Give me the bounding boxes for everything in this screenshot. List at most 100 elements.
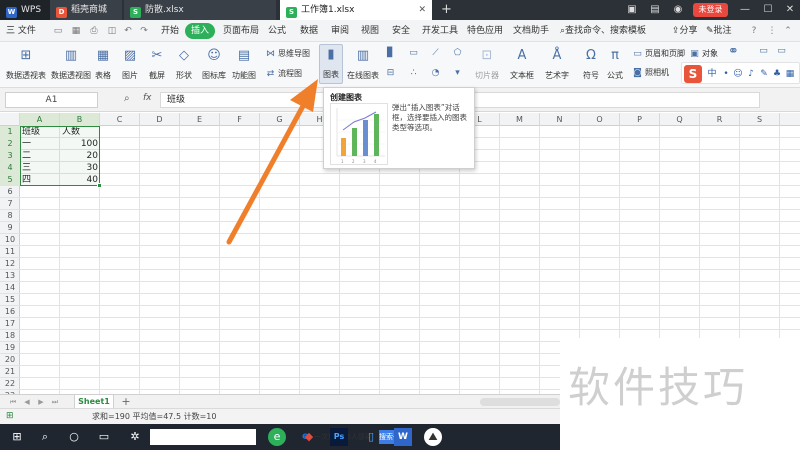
row-header-15[interactable]: 15: [0, 294, 20, 306]
more-insert-button[interactable]: ▭: [776, 46, 789, 57]
slicer-button[interactable]: ⊡ 切片器: [474, 46, 500, 81]
tab-file-workbook1[interactable]: S 工作簿1.xlsx ✕: [280, 0, 432, 20]
row-header-7[interactable]: 7: [0, 198, 20, 210]
chinese-mode-icon[interactable]: 中: [706, 66, 718, 82]
photos-app-icon[interactable]: ⛰: [424, 428, 442, 446]
phone-app-icon[interactable]: ▯: [362, 428, 380, 446]
help-icon[interactable]: ?: [748, 25, 760, 37]
column-header-e[interactable]: E: [180, 113, 220, 126]
save-icon[interactable]: ▭: [52, 25, 64, 37]
browser-360-icon[interactable]: e: [268, 428, 286, 446]
minimize-icon[interactable]: —: [735, 0, 755, 20]
mind-map-button[interactable]: ⋈ 思维导图: [265, 48, 310, 60]
column-header-f[interactable]: F: [220, 113, 260, 126]
menu-home[interactable]: 开始: [161, 23, 179, 39]
icon-library-button[interactable]: ☺ 图标库: [200, 46, 228, 81]
menu-page-layout[interactable]: 页面布局: [223, 23, 259, 39]
punctuation-icon[interactable]: •: [720, 66, 732, 82]
new-tab-button[interactable]: +: [438, 0, 454, 20]
skin-icon[interactable]: ♣: [771, 66, 783, 82]
row-header-21[interactable]: 21: [0, 366, 20, 378]
more-icon[interactable]: ⋮: [766, 25, 778, 37]
header-footer-button[interactable]: ▭ 页眉和页脚: [632, 48, 685, 60]
table-button[interactable]: ▦ 表格: [92, 46, 114, 81]
row-header-13[interactable]: 13: [0, 270, 20, 282]
more-charts-dropdown[interactable]: ▾: [452, 68, 465, 79]
shapes-button[interactable]: ◇ 形状: [173, 46, 195, 81]
column-chart-dropdown[interactable]: ▊: [385, 48, 398, 59]
hyperlink-button[interactable]: ⚭: [728, 45, 741, 58]
skin-icon[interactable]: ◉: [668, 0, 688, 20]
picture-button[interactable]: ▨ 图片: [119, 46, 141, 81]
photoshop-icon[interactable]: Ps: [330, 428, 348, 446]
tab-wps-home[interactable]: W WPS: [0, 0, 50, 20]
toolbox-icon[interactable]: ▦: [784, 66, 796, 82]
menu-formulas[interactable]: 公式: [268, 23, 286, 39]
equation-button[interactable]: π 公式: [604, 46, 626, 81]
column-header-s[interactable]: S: [740, 113, 780, 126]
attachment-button[interactable]: ▭: [758, 46, 771, 57]
wps-taskbar-icon[interactable]: W: [394, 428, 412, 446]
tablet-mode-icon[interactable]: ▣: [622, 0, 642, 20]
search-icon[interactable]: ⌕: [36, 428, 54, 446]
name-box[interactable]: A1: [5, 92, 98, 108]
column-header-q[interactable]: Q: [660, 113, 700, 126]
function-chart-button[interactable]: ▤ 功能图: [230, 46, 258, 81]
column-header-b[interactable]: B: [60, 113, 100, 126]
last-sheet-icon[interactable]: ⏭: [50, 396, 60, 408]
chart-button[interactable]: ▮ 图表: [319, 44, 343, 84]
column-header-g[interactable]: G: [260, 113, 300, 126]
login-button[interactable]: 未登录: [693, 3, 728, 17]
row-header-1[interactable]: 1: [0, 126, 20, 138]
row-header-18[interactable]: 18: [0, 330, 20, 342]
command-search[interactable]: ⌕查找命令、搜索模板: [560, 23, 646, 39]
scatter-chart-dropdown[interactable]: ∴: [408, 68, 421, 79]
row-header-16[interactable]: 16: [0, 306, 20, 318]
add-sheet-button[interactable]: +: [120, 395, 132, 409]
cortana-icon[interactable]: ○: [65, 428, 83, 446]
line-chart-dropdown[interactable]: ⟋: [430, 48, 443, 59]
row-header-14[interactable]: 14: [0, 282, 20, 294]
row-header-2[interactable]: 2: [0, 138, 20, 150]
pie-chart-dropdown[interactable]: ◔: [430, 68, 443, 79]
first-sheet-icon[interactable]: ⏮: [8, 396, 18, 408]
emoji-icon[interactable]: ☺: [732, 66, 744, 82]
tab-docer-store[interactable]: D 稻壳商城: [50, 0, 122, 20]
sheet-tab-sheet1[interactable]: Sheet1: [74, 395, 114, 409]
menu-review[interactable]: 审阅: [331, 23, 349, 39]
pivot-table-button[interactable]: ⊞ 数据透视表: [4, 46, 48, 81]
sogou-logo-icon[interactable]: S: [684, 65, 702, 83]
row-header-3[interactable]: 3: [0, 150, 20, 162]
combo-chart-dropdown[interactable]: ⊟: [385, 68, 398, 79]
menu-doc-assistant[interactable]: 文档助手: [513, 23, 549, 39]
share-button[interactable]: ⇪分享: [672, 23, 698, 39]
online-chart-button[interactable]: ▥ 在线图表: [346, 46, 380, 81]
row-header-10[interactable]: 10: [0, 234, 20, 246]
row-header-12[interactable]: 12: [0, 258, 20, 270]
row-header-8[interactable]: 8: [0, 210, 20, 222]
annotate-button[interactable]: ✎批注: [706, 23, 732, 39]
row-header-6[interactable]: 6: [0, 186, 20, 198]
row-header-11[interactable]: 11: [0, 246, 20, 258]
pen-icon[interactable]: ✎: [758, 66, 770, 82]
undo-icon[interactable]: ↶: [122, 25, 134, 37]
column-header-d[interactable]: D: [140, 113, 180, 126]
column-header-o[interactable]: O: [580, 113, 620, 126]
column-header-a[interactable]: A: [20, 113, 60, 126]
print-icon[interactable]: ⎙: [88, 25, 100, 37]
fill-handle[interactable]: [97, 183, 102, 188]
zoom-icon[interactable]: ⌕: [124, 93, 130, 104]
menu-data[interactable]: 数据: [300, 23, 318, 39]
close-window-icon[interactable]: ✕: [780, 0, 800, 20]
maximize-icon[interactable]: ☐: [758, 0, 778, 20]
column-header-c[interactable]: C: [100, 113, 140, 126]
insert-function-icon[interactable]: fx: [143, 93, 152, 103]
screenshot-button[interactable]: ✂ 截屏: [146, 46, 168, 81]
row-header-19[interactable]: 19: [0, 342, 20, 354]
next-sheet-icon[interactable]: ▶: [36, 396, 46, 408]
export-pdf-icon[interactable]: ▦: [70, 25, 82, 37]
textbox-button[interactable]: A 文本框: [508, 46, 536, 81]
column-header-m[interactable]: M: [500, 113, 540, 126]
bar-chart-dropdown[interactable]: ▭: [408, 48, 421, 59]
symbol-button[interactable]: Ω 符号: [578, 46, 604, 81]
